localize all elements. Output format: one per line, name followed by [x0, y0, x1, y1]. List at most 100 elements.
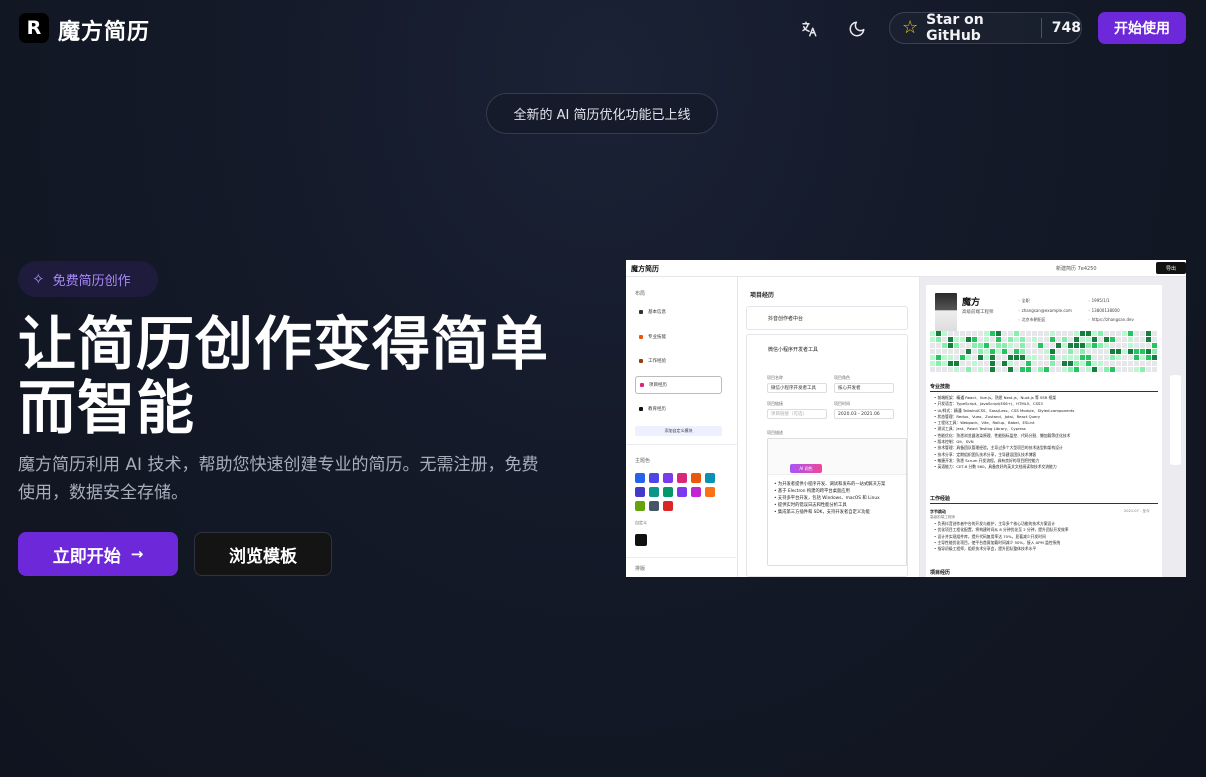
start-button[interactable]: 开始使用	[1098, 12, 1186, 44]
heatmap-cell	[1092, 343, 1097, 348]
brand-name[interactable]: 魔方简历	[58, 14, 150, 46]
preview-editor-panel: 项目经历 抖音创作者中台 微信小程序开发者工具 项目名称 微信小程序开发者工具 …	[738, 277, 920, 577]
heatmap-cell	[1074, 331, 1079, 336]
heatmap-cell	[972, 367, 977, 372]
heatmap-cell	[990, 331, 995, 336]
heatmap-cell	[990, 349, 995, 354]
heatmap-cell	[942, 337, 947, 342]
heatmap-cell	[1044, 331, 1049, 336]
heatmap-cell	[1008, 337, 1013, 342]
heatmap-cell	[1146, 355, 1151, 360]
heatmap-cell	[984, 331, 989, 336]
heatmap-cell	[996, 355, 1001, 360]
heatmap-cell	[1038, 337, 1043, 342]
heatmap-cell	[1044, 361, 1049, 366]
logo-letter: R	[26, 17, 42, 39]
heatmap-cell	[978, 367, 983, 372]
heatmap-cell	[1104, 331, 1109, 336]
heatmap-cell	[1116, 367, 1121, 372]
color-swatch	[635, 501, 645, 511]
heatmap-cell	[936, 361, 941, 366]
heatmap-cell	[966, 367, 971, 372]
heatmap-cell	[948, 367, 953, 372]
heatmap-cell	[1110, 361, 1115, 366]
heatmap-cell	[948, 343, 953, 348]
heatmap-cell	[984, 367, 989, 372]
heatmap-cell	[960, 361, 965, 366]
translate-icon[interactable]	[798, 18, 820, 40]
heatmap-cell	[996, 367, 1001, 372]
heatmap-cell	[1002, 337, 1007, 342]
heatmap-cell	[990, 355, 995, 360]
heatmap-cell	[1080, 337, 1085, 342]
heatmap-cell	[1038, 367, 1043, 372]
heatmap-cell	[1056, 355, 1061, 360]
github-star-button[interactable]: ☆ Star on GitHub 748	[889, 12, 1082, 44]
divider	[1040, 18, 1042, 38]
heatmap-cell	[972, 355, 977, 360]
color-swatch	[649, 487, 659, 497]
heatmap-cell	[936, 337, 941, 342]
heatmap-cell	[1050, 349, 1055, 354]
custom-color-swatch	[635, 534, 647, 546]
announcement-pill[interactable]: 全新的 AI 简历优化功能已上线	[486, 93, 718, 134]
heatmap-cell	[1152, 343, 1157, 348]
heatmap-cell	[990, 367, 995, 372]
logo[interactable]: R	[19, 13, 49, 43]
heatmap-cell	[954, 361, 959, 366]
heatmap-cell	[1116, 337, 1121, 342]
rocket-icon	[640, 383, 644, 387]
heatmap-cell	[1050, 343, 1055, 348]
heatmap-cell	[1140, 337, 1145, 342]
description-line-1: 魔方简历利用 AI 技术，帮助您快速创建专业的简历。无需注册，免费	[18, 455, 539, 475]
heatmap-cell	[1002, 355, 1007, 360]
heatmap-cell	[1146, 337, 1151, 342]
heatmap-cell	[1152, 331, 1157, 336]
color-swatch	[705, 473, 715, 483]
heatmap-cell	[960, 337, 965, 342]
resume-info-item: ◦ 北京市朝阳区	[1018, 317, 1046, 322]
color-swatch	[691, 487, 701, 497]
heatmap-cell	[930, 367, 935, 372]
heatmap-cell	[1068, 355, 1073, 360]
heatmap-cell	[1110, 349, 1115, 354]
get-started-label: 立即开始	[52, 546, 121, 567]
heatmap-cell	[1122, 331, 1127, 336]
preview-resume-name: 新建简历 7e4250	[1056, 266, 1097, 272]
heatmap-cell	[936, 349, 941, 354]
heatmap-cell	[930, 331, 935, 336]
moon-icon[interactable]	[846, 18, 868, 40]
typography-title: 排版	[635, 566, 646, 572]
heatmap-cell	[1008, 349, 1013, 354]
heatmap-cell	[1080, 361, 1085, 366]
app-preview-screenshot: 魔方简历 新建简历 7e4250 导出 布局 基本信息 专业技能 工作经验 项目…	[626, 260, 1186, 577]
heatmap-cell	[1098, 349, 1103, 354]
heatmap-cell	[984, 349, 989, 354]
heatmap-cell	[1020, 349, 1025, 354]
heatmap-cell	[1044, 367, 1049, 372]
editor-section-title: 项目经历	[750, 292, 775, 299]
project-card-expanded: 微信小程序开发者工具 项目名称 微信小程序开发者工具 项目角色 核心开发者 项目…	[746, 334, 908, 577]
preview-left-panel: 布局 基本信息 专业技能 工作经验 项目经历 教育经历 添加自定义模块 主题色 …	[626, 277, 738, 577]
browse-templates-button[interactable]: 浏览模板	[194, 532, 332, 576]
heatmap-cell	[930, 343, 935, 348]
star-icon: ☆	[902, 17, 919, 38]
heatmap-cell	[966, 349, 971, 354]
heatmap-cell	[990, 343, 995, 348]
heatmap-cell	[1014, 331, 1019, 336]
heatmap-cell	[1122, 367, 1127, 372]
heatmap-cell	[1152, 355, 1157, 360]
project-card: 抖音创作者中台	[746, 306, 908, 330]
heatmap-cell	[954, 343, 959, 348]
heatmap-cell	[1014, 337, 1019, 342]
get-started-button[interactable]: 立即开始 →	[18, 532, 178, 576]
heatmap-cell	[1026, 367, 1031, 372]
divider	[626, 557, 738, 558]
heatmap-cell	[1074, 349, 1079, 354]
heatmap-cell	[984, 361, 989, 366]
heatmap-cell	[1092, 355, 1097, 360]
field-label: 项目名称	[767, 375, 783, 380]
heatmap-cell	[1134, 343, 1139, 348]
heatmap-cell	[1002, 343, 1007, 348]
layout-item: 基本信息	[635, 306, 722, 317]
